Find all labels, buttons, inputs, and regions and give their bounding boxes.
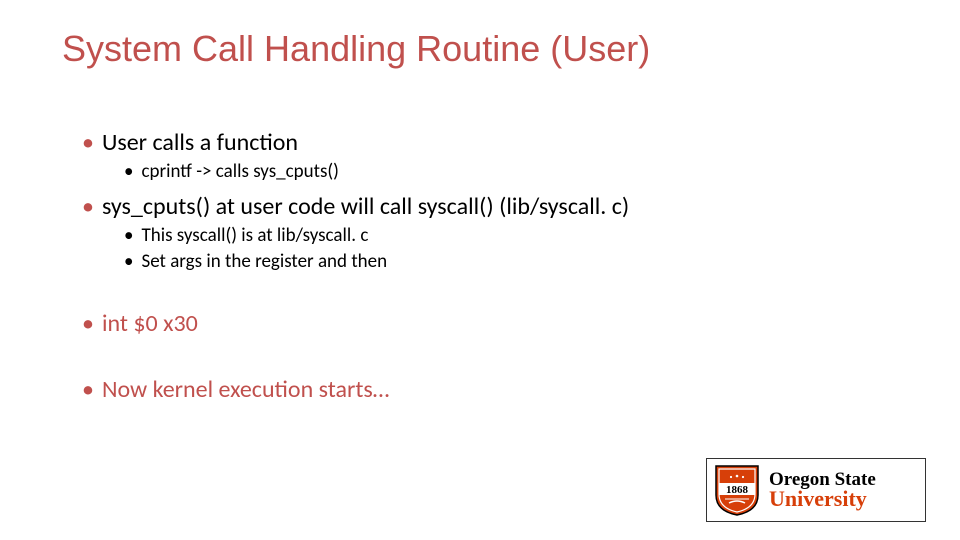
shield-icon: 1868 bbox=[713, 463, 761, 517]
bullet-icon: • bbox=[82, 309, 94, 339]
bullet-l1: • int $0 x30 bbox=[82, 309, 900, 339]
bullet-icon: • bbox=[124, 250, 133, 274]
bullet-text: User calls a function bbox=[102, 128, 298, 158]
bullet-icon: • bbox=[82, 375, 94, 405]
svg-text:1868: 1868 bbox=[726, 484, 749, 496]
bullet-text: This syscall() is at lib/syscall. c bbox=[141, 224, 368, 248]
bullet-l1: • Now kernel execution starts… bbox=[82, 375, 900, 405]
logo-box: 1868 Oregon State University bbox=[706, 458, 926, 522]
bullet-l1: • sys_cputs() at user code will call sys… bbox=[82, 192, 900, 222]
logo-text: Oregon State University bbox=[767, 459, 925, 521]
bullet-icon: • bbox=[124, 224, 133, 248]
slide-body: • User calls a function • cprintf -> cal… bbox=[82, 128, 900, 405]
bullet-l1: • User calls a function bbox=[82, 128, 900, 158]
bullet-text: Now kernel execution starts… bbox=[102, 375, 389, 405]
bullet-icon: • bbox=[82, 192, 94, 222]
osu-logo: 1868 Oregon State University bbox=[706, 458, 926, 522]
bullet-text: cprintf -> calls sys_cputs() bbox=[141, 160, 338, 184]
bullet-text: Set args in the register and then bbox=[141, 250, 387, 274]
slide: System Call Handling Routine (User) • Us… bbox=[0, 0, 960, 540]
bullet-text: sys_cputs() at user code will call sysca… bbox=[102, 192, 629, 222]
bullet-l2: • cprintf -> calls sys_cputs() bbox=[124, 160, 900, 184]
bullet-icon: • bbox=[82, 128, 94, 158]
bullet-l2: • Set args in the register and then bbox=[124, 250, 900, 274]
logo-line2: University bbox=[769, 488, 917, 510]
slide-title: System Call Handling Routine (User) bbox=[62, 28, 650, 70]
bullet-l2: • This syscall() is at lib/syscall. c bbox=[124, 224, 900, 248]
bullet-icon: • bbox=[124, 160, 133, 184]
bullet-text: int $0 x30 bbox=[102, 309, 198, 339]
